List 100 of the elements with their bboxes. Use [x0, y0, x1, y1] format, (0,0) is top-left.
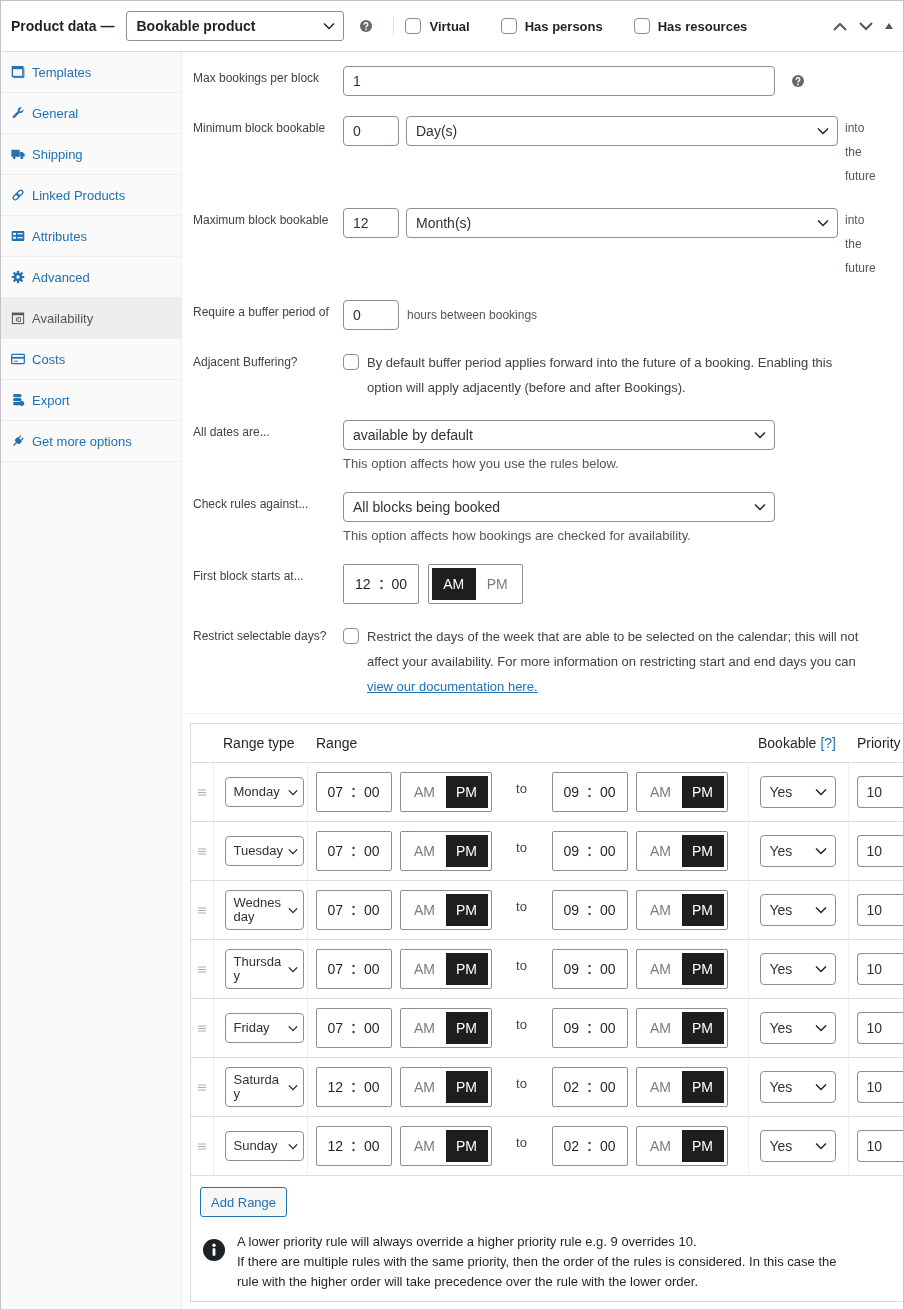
day-select[interactable]: Tuesday — [224, 836, 304, 866]
checkbox-label[interactable]: Virtual — [429, 18, 470, 34]
period-option[interactable]: PM — [445, 1130, 488, 1162]
priority-field[interactable]: 10 — [856, 1012, 903, 1044]
bookable-select[interactable]: Yes — [759, 835, 836, 867]
period-option[interactable]: PM — [681, 1130, 724, 1162]
time-field[interactable]: 12 00 — [343, 564, 419, 604]
sidebar-item[interactable]: Templates — [1, 52, 181, 93]
period-option[interactable]: PM — [445, 894, 488, 926]
help-icon[interactable] — [792, 75, 804, 87]
drag-handle-icon[interactable] — [197, 907, 206, 915]
chevron-up-icon[interactable] — [833, 21, 847, 31]
time-field[interactable]: 07 00 — [315, 1008, 392, 1048]
period-option[interactable]: PM — [681, 1012, 724, 1044]
time-field[interactable]: 07 00 — [315, 949, 392, 989]
time-field[interactable]: 09 00 — [551, 949, 628, 989]
bookable-select[interactable]: Yes — [759, 894, 836, 926]
priority-field[interactable]: 10 — [856, 835, 903, 867]
sidebar-item[interactable]: Attributes — [1, 216, 181, 257]
period-option[interactable]: AM — [403, 835, 446, 867]
priority-field[interactable]: 10 — [856, 894, 903, 926]
checkbox-label[interactable]: Has persons — [524, 18, 603, 34]
period-option[interactable]: PM — [681, 953, 724, 985]
documentation-link[interactable]: view our documentation here. — [367, 679, 538, 694]
period-option[interactable]: AM — [403, 1071, 446, 1103]
day-select[interactable]: Saturday — [224, 1067, 304, 1107]
drag-handle-icon[interactable] — [197, 1084, 206, 1092]
drag-handle-icon[interactable] — [197, 966, 206, 974]
bookable-select[interactable]: Yes — [759, 953, 836, 985]
period-option[interactable]: AM — [639, 894, 682, 926]
time-field[interactable]: 12 00 — [315, 1067, 392, 1107]
checkbox[interactable] — [343, 354, 359, 370]
add-range-button[interactable]: Add Range — [200, 1187, 288, 1217]
time-field[interactable]: 07 00 — [315, 890, 392, 930]
number-field[interactable]: 0 — [343, 300, 399, 330]
drag-handle-icon[interactable] — [197, 1143, 206, 1151]
priority-field[interactable]: 10 — [856, 953, 903, 985]
sidebar-item[interactable]: Shipping — [1, 134, 181, 175]
checkbox-label[interactable]: Has resources — [657, 18, 748, 34]
triangle-up-icon[interactable] — [885, 23, 893, 29]
period-option[interactable]: AM — [639, 953, 682, 985]
time-field[interactable]: 02 00 — [551, 1067, 628, 1107]
unit-select[interactable]: Day(s) — [406, 116, 838, 146]
unit-select[interactable]: Month(s) — [406, 208, 838, 238]
sidebar-item[interactable]: General — [1, 93, 181, 134]
time-field[interactable]: 02 00 — [551, 1126, 628, 1166]
checkbox[interactable] — [343, 628, 359, 644]
drag-handle-icon[interactable] — [197, 1025, 206, 1033]
period-option[interactable]: PM — [681, 835, 724, 867]
period-option[interactable]: PM — [445, 953, 488, 985]
period-option[interactable]: AM — [639, 1130, 682, 1162]
checkbox[interactable] — [500, 18, 517, 34]
sidebar-item[interactable]: Export — [1, 380, 181, 421]
period-option[interactable]: PM — [681, 1071, 724, 1103]
period-option[interactable]: PM — [445, 1071, 488, 1103]
period-option[interactable]: PM — [475, 568, 519, 600]
period-option[interactable]: AM — [639, 1012, 682, 1044]
sidebar-item[interactable]: Availability — [1, 298, 181, 339]
select-field[interactable]: All blocks being booked — [343, 492, 775, 522]
period-option[interactable]: AM — [403, 1130, 446, 1162]
period-option[interactable]: AM — [403, 953, 446, 985]
time-field[interactable]: 09 00 — [551, 772, 628, 812]
day-select[interactable]: Thursday — [224, 949, 304, 989]
period-option[interactable]: AM — [403, 1012, 446, 1044]
select-field[interactable]: available by default — [343, 420, 775, 450]
sidebar-item[interactable]: Linked Products — [1, 175, 181, 216]
text-field[interactable]: 1 — [343, 66, 775, 96]
drag-handle-icon[interactable] — [197, 789, 206, 797]
time-field[interactable]: 12 00 — [315, 1126, 392, 1166]
period-option[interactable]: AM — [403, 776, 446, 808]
checkbox[interactable] — [405, 18, 422, 34]
day-select[interactable]: Friday — [224, 1013, 304, 1043]
chevron-down-icon[interactable] — [859, 21, 873, 31]
sidebar-item[interactable]: Get more options — [1, 421, 181, 462]
day-select[interactable]: Wednesday — [224, 890, 304, 930]
period-option[interactable]: PM — [445, 835, 488, 867]
help-icon[interactable] — [360, 20, 373, 32]
period-option[interactable]: AM — [403, 894, 446, 926]
time-field[interactable]: 09 00 — [551, 890, 628, 930]
time-field[interactable]: 09 00 — [551, 1008, 628, 1048]
period-option[interactable]: AM — [639, 776, 682, 808]
period-option[interactable]: PM — [445, 1012, 488, 1044]
period-option[interactable]: PM — [681, 776, 724, 808]
time-field[interactable]: 09 00 — [551, 831, 628, 871]
product-type-select[interactable]: Bookable product — [126, 11, 345, 41]
time-field[interactable]: 07 00 — [315, 772, 392, 812]
help-link[interactable]: [?] — [820, 735, 836, 751]
period-option[interactable]: AM — [432, 568, 476, 600]
number-field[interactable]: 12 — [343, 208, 399, 238]
bookable-select[interactable]: Yes — [759, 1071, 836, 1103]
time-field[interactable]: 07 00 — [315, 831, 392, 871]
period-option[interactable]: AM — [639, 1071, 682, 1103]
period-option[interactable]: AM — [639, 835, 682, 867]
priority-field[interactable]: 10 — [856, 1071, 903, 1103]
period-option[interactable]: PM — [681, 894, 724, 926]
bookable-select[interactable]: Yes — [759, 1130, 836, 1162]
period-option[interactable]: PM — [445, 776, 488, 808]
priority-field[interactable]: 10 — [856, 1130, 903, 1162]
number-field[interactable]: 0 — [343, 116, 399, 146]
priority-field[interactable]: 10 — [856, 776, 903, 808]
